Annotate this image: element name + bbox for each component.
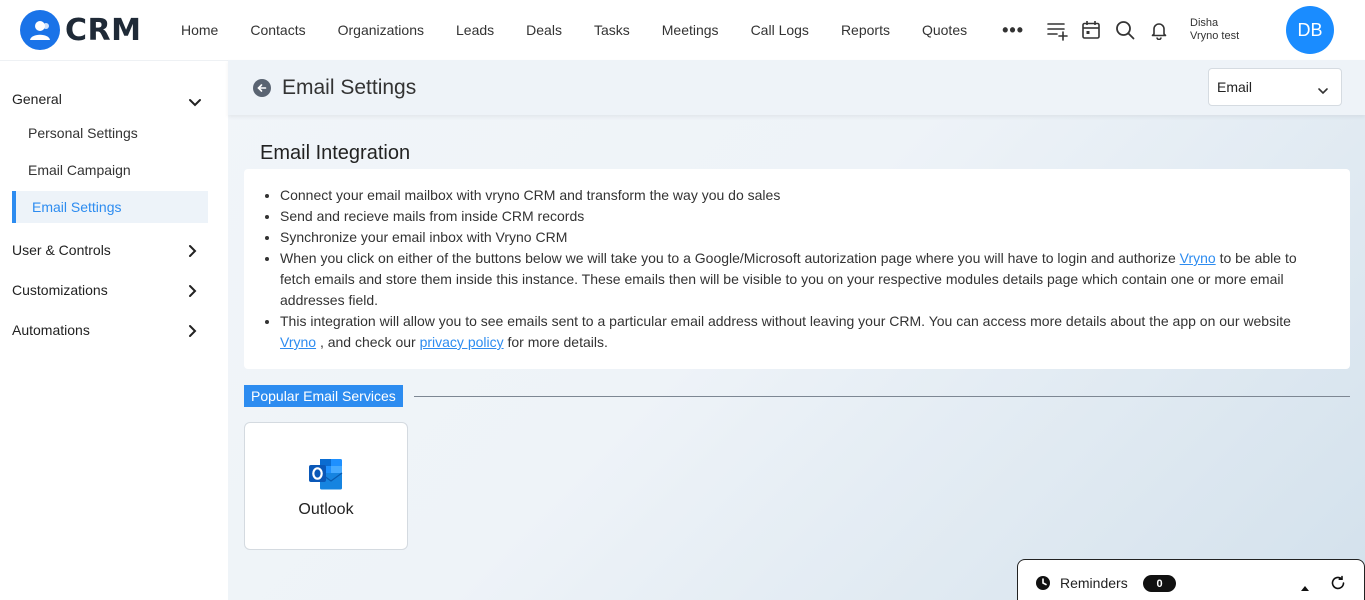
list-item: Synchronize your email inbox with Vryno … [280,227,1350,248]
outlook-service-card[interactable]: Outlook [244,422,408,550]
list-item: When you click on either of the buttons … [280,248,1350,311]
nav-home[interactable]: Home [181,22,218,38]
list-text: for more details. [503,334,608,350]
divider [414,396,1350,397]
list-text: When you click on either of the buttons … [280,250,1180,266]
nav-organizations[interactable]: Organizations [338,22,424,38]
bell-icon[interactable] [1148,19,1170,41]
sidebar-customizations[interactable]: Customizations [12,282,108,298]
nav-meetings[interactable]: Meetings [662,22,719,38]
sidebar-automations[interactable]: Automations [12,322,90,338]
quick-add-list-icon[interactable] [1046,19,1068,41]
sidebar-item-email-settings[interactable]: Email Settings [32,199,121,215]
settings-sidebar: General Personal Settings Email Campaign… [0,60,228,600]
top-navbar: CRM Home Contacts Organizations Leads De… [0,0,1365,60]
logo-text: CRM [65,12,142,48]
reminders-count-badge: 0 [1143,575,1176,592]
popular-services-label: Popular Email Services [244,385,403,407]
list-item: This integration will allow you to see e… [280,311,1350,353]
logo-user-icon [20,10,60,50]
user-info[interactable]: Disha Vryno test [1190,17,1239,43]
sidebar-general[interactable]: General [12,91,62,107]
outlook-icon [308,458,344,495]
sidebar-item-email-campaign[interactable]: Email Campaign [28,162,131,178]
page-header: Email Settings Email [228,60,1365,115]
user-name: Disha [1190,17,1219,29]
nav-tasks[interactable]: Tasks [594,22,630,38]
list-text: This integration will allow you to see e… [280,313,1291,329]
list-text: , and check our [316,334,420,350]
nav-contacts[interactable]: Contacts [250,22,305,38]
search-icon[interactable] [1114,19,1136,41]
main-content: Email Settings Email Email Integration C… [228,60,1365,600]
chevron-down-icon [1317,82,1329,98]
settings-type-select[interactable]: Email [1208,68,1342,106]
nav-reports[interactable]: Reports [841,22,890,38]
sidebar-user-controls[interactable]: User & Controls [12,242,111,258]
chevron-right-icon[interactable] [188,324,198,343]
app-logo[interactable]: CRM [20,10,170,50]
reminders-label: Reminders [1060,575,1128,591]
info-list: Connect your email mailbox with vryno CR… [244,169,1350,353]
refresh-icon[interactable] [1330,575,1346,596]
list-item: Connect your email mailbox with vryno CR… [280,185,1350,206]
nav-deals[interactable]: Deals [526,22,562,38]
vryno-link[interactable]: Vryno [1180,250,1216,266]
sidebar-item-personal-settings[interactable]: Personal Settings [28,125,138,141]
clock-icon [1035,575,1051,596]
main-nav: Home Contacts Organizations Leads Deals … [181,20,1024,41]
vryno-website-link[interactable]: Vryno [280,334,316,350]
calendar-icon[interactable] [1080,19,1102,41]
privacy-policy-link[interactable]: privacy policy [420,334,504,350]
nav-call-logs[interactable]: Call Logs [751,22,809,38]
chevron-down-icon[interactable] [188,95,202,113]
chevron-right-icon[interactable] [188,284,198,303]
reminders-widget[interactable]: Reminders 0 [1017,559,1365,600]
section-title: Email Integration [260,142,411,164]
user-org: Vryno test [1190,30,1240,42]
select-value: Email [1217,79,1253,95]
nav-leads[interactable]: Leads [456,22,494,38]
top-icons: Disha Vryno test [1046,17,1239,43]
service-label: Outlook [298,501,354,518]
list-item: Send and recieve mails from inside CRM r… [280,206,1350,227]
page-title: Email Settings [282,76,417,99]
back-arrow-icon[interactable] [253,79,271,97]
caret-up-icon[interactable] [1300,579,1310,597]
integration-info-card: Connect your email mailbox with vryno CR… [244,169,1350,369]
avatar[interactable]: DB [1286,6,1334,54]
chevron-right-icon[interactable] [188,244,198,263]
nav-more-button[interactable]: ••• [1002,20,1024,41]
nav-quotes[interactable]: Quotes [922,22,967,38]
